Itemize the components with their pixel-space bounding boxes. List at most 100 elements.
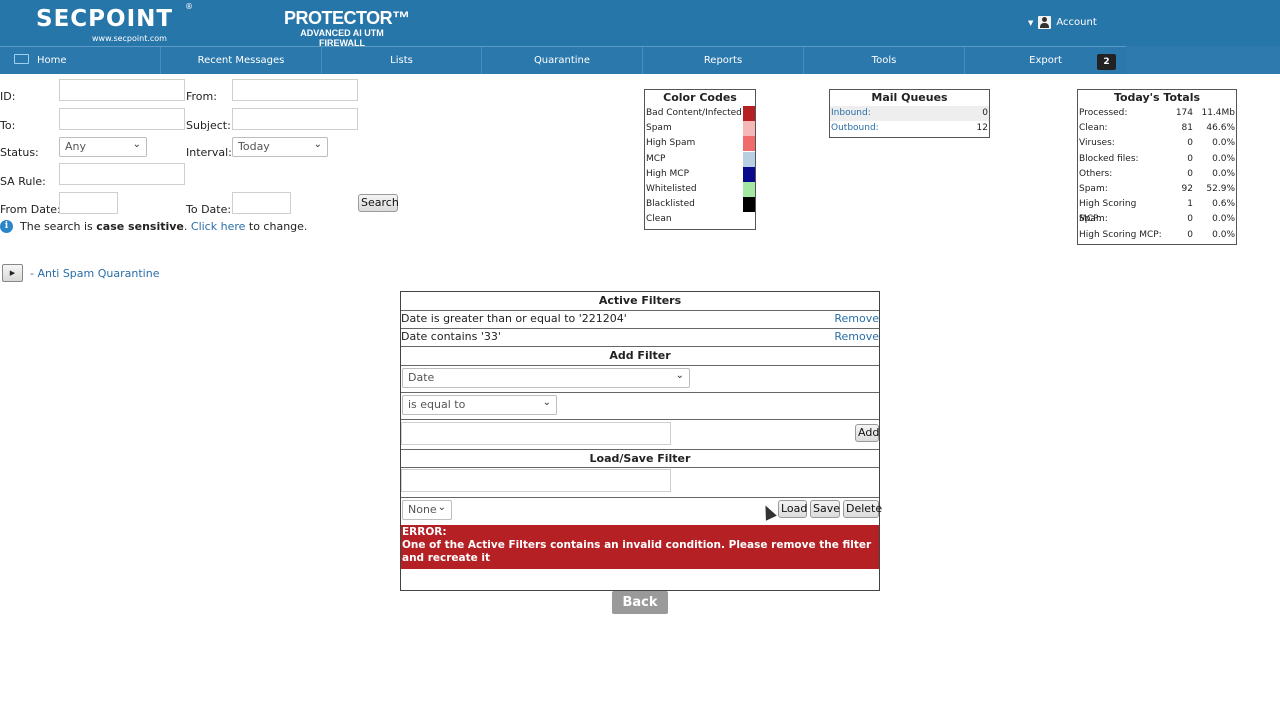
to-date-input[interactable] — [232, 192, 291, 214]
info-bold: case sensitive — [96, 220, 184, 233]
totals-count: 0 — [1187, 214, 1193, 225]
play-icon[interactable]: ▶ — [2, 264, 23, 282]
todays-totals-title: Today's Totals — [1113, 91, 1201, 104]
totals-percent: 52.9% — [1206, 183, 1235, 194]
user-icon — [1038, 16, 1052, 29]
from-input[interactable] — [232, 79, 358, 101]
totals-count: 1 — [1187, 199, 1193, 210]
active-filter-text: Date is greater than or equal to '221204… — [401, 312, 627, 325]
add-filter-button[interactable]: Add — [855, 424, 879, 442]
color-code-row: High Spam — [645, 136, 755, 152]
color-code-row: Clean — [645, 212, 755, 228]
nav-recent-messages[interactable]: Recent Messages — [161, 47, 322, 74]
color-swatch — [743, 106, 755, 121]
main-nav: Home Recent Messages Lists Quarantine Re… — [0, 46, 1280, 74]
subject-label: Subject: — [186, 119, 231, 132]
nav-home[interactable]: Home — [0, 47, 161, 74]
filter-value-row: Add — [401, 420, 879, 450]
totals-percent: 0.0% — [1212, 229, 1235, 240]
totals-percent: 46.6% — [1206, 123, 1235, 134]
outbound-count: 12 — [976, 123, 988, 133]
filter-name-input[interactable] — [401, 469, 671, 492]
remove-filter-link[interactable]: Remove — [834, 329, 879, 345]
secpoint-logo[interactable]: SECPOINT — [36, 6, 173, 32]
search-button[interactable]: Search — [358, 194, 399, 212]
info-icon: i — [0, 220, 13, 233]
interval-label: Interval: — [186, 146, 232, 159]
color-swatch — [743, 212, 755, 228]
color-code-label: Blacklisted — [646, 199, 695, 210]
nav-lists[interactable]: Lists — [322, 47, 482, 74]
filter-field-select[interactable]: Date ⌄ — [402, 368, 690, 388]
save-filter-button[interactable]: Save — [810, 500, 840, 518]
color-code-row: Bad Content/Infected — [645, 106, 755, 121]
color-swatch — [743, 181, 755, 197]
nav-home-label: Home — [37, 55, 67, 66]
subject-input[interactable] — [232, 108, 358, 130]
inbound-link[interactable]: Inbound: — [831, 106, 871, 121]
nav-reports[interactable]: Reports — [643, 47, 804, 74]
remove-filter-link[interactable]: Remove — [834, 311, 879, 327]
status-value: Any — [65, 140, 87, 153]
notification-badge[interactable]: 2 — [1097, 54, 1116, 70]
filter-value-input[interactable] — [401, 422, 671, 445]
sa-rule-label: SA Rule: — [0, 175, 46, 188]
account-label: Account — [1056, 17, 1097, 28]
saved-filter-select[interactable]: None ⌄ — [402, 500, 452, 520]
nav-quarantine[interactable]: Quarantine — [482, 47, 643, 74]
totals-label: Others: — [1079, 168, 1113, 179]
nav-spacer — [1126, 46, 1280, 74]
totals-row: Others: 0 0.0% — [1078, 167, 1236, 182]
totals-row: High Scoring Spam: 1 0.6% — [1078, 197, 1236, 225]
totals-count: 0 — [1187, 138, 1193, 149]
status-select[interactable]: Any ⌄ — [59, 137, 147, 157]
active-filters-header: Active Filters — [401, 292, 879, 311]
color-swatch — [743, 166, 755, 182]
chevron-down-icon: ⌄ — [132, 139, 141, 150]
totals-label: Processed: — [1079, 108, 1128, 118]
to-input[interactable] — [59, 108, 185, 130]
totals-count: 174 — [1175, 108, 1193, 118]
totals-label: Blocked files: — [1079, 153, 1139, 164]
from-label: From: — [186, 90, 217, 103]
load-save-title: Load/Save Filter — [589, 452, 691, 465]
anti-spam-quarantine-link[interactable]: - Anti Spam Quarantine — [30, 267, 159, 280]
totals-count: 92 — [1181, 183, 1193, 194]
product-subtitle: ADVANCED AI UTM FIREWALL — [300, 28, 384, 48]
totals-label: Viruses: — [1079, 138, 1115, 149]
totals-count: 0 — [1187, 153, 1193, 164]
change-case-link[interactable]: Click here — [191, 220, 246, 233]
sa-rule-input[interactable] — [59, 163, 185, 185]
interval-select[interactable]: Today ⌄ — [232, 137, 328, 157]
product-title: PROTECTOR™ — [284, 8, 410, 28]
saved-filter-value: None — [408, 503, 437, 516]
active-filter-row: Date is greater than or equal to '221204… — [401, 311, 879, 329]
totals-label: High Scoring Spam: — [1079, 199, 1137, 225]
saved-filter-row: None ⌄ Load Save Delete — [401, 498, 882, 525]
color-code-label: MCP — [646, 153, 666, 164]
status-label: Status: — [0, 146, 39, 159]
from-date-input[interactable] — [59, 192, 118, 214]
filter-operator-value: is equal to — [408, 398, 466, 411]
totals-percent: 0.6% — [1212, 199, 1235, 210]
color-swatch — [743, 151, 755, 167]
filter-name-row — [401, 468, 879, 498]
color-swatch — [743, 136, 755, 152]
id-input[interactable] — [59, 79, 185, 101]
info-dot: . — [183, 220, 188, 233]
back-button[interactable]: Back — [612, 591, 668, 614]
nav-tools[interactable]: Tools — [804, 47, 965, 74]
outbound-link[interactable]: Outbound: — [831, 121, 879, 136]
error-title: ERROR: — [402, 526, 447, 538]
delete-filter-button[interactable]: Delete — [843, 500, 882, 518]
totals-count: 0 — [1187, 229, 1193, 240]
add-filter-header: Add Filter — [401, 347, 879, 366]
color-code-label: Bad Content/Infected — [646, 108, 742, 118]
filter-panel: Active Filters Date is greater than or e… — [400, 291, 882, 591]
filter-operator-select[interactable]: is equal to ⌄ — [402, 395, 557, 415]
top-header: SECPOINT ® www.secpoint.com PROTECTOR™ A… — [0, 0, 1280, 48]
load-filter-button[interactable]: Load — [778, 500, 807, 518]
totals-row: Spam: 92 52.9% — [1078, 182, 1236, 197]
info-suffix: to change. — [248, 220, 308, 233]
account-menu[interactable]: ▼ Account — [1028, 16, 1097, 29]
